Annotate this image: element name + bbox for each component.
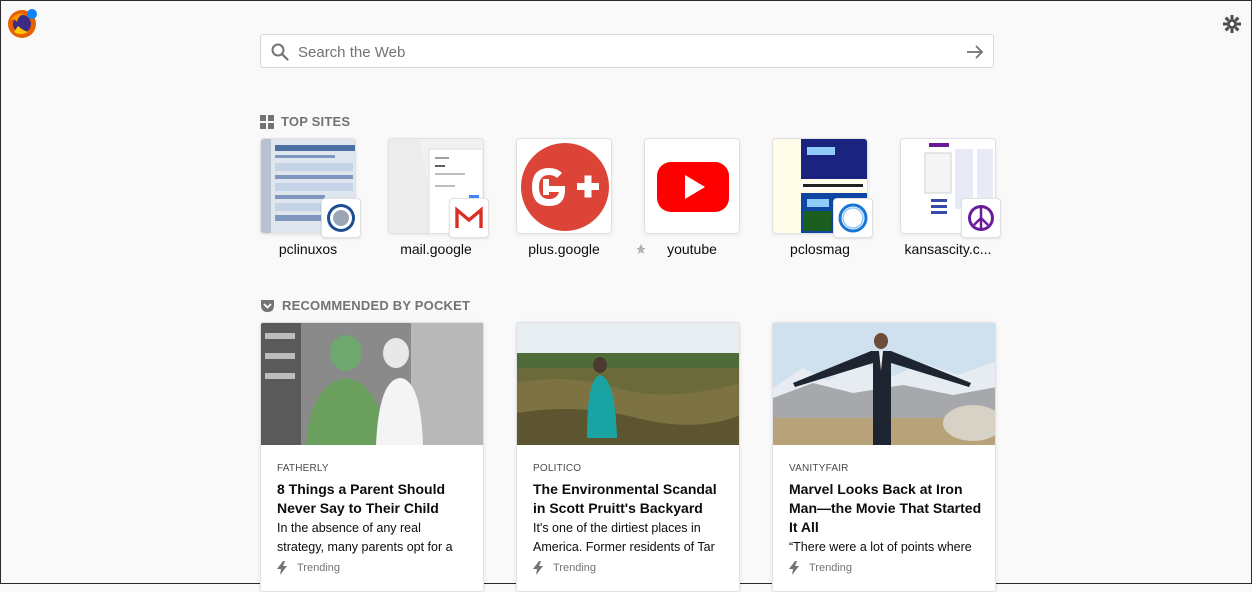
grid-icon: [260, 114, 274, 129]
top-site-tile-plus-google[interactable]: plus.google: [516, 138, 612, 257]
lightning-bolt-icon: [277, 561, 287, 575]
trending-label: Trending: [809, 562, 853, 574]
trending-label-row: Trending: [277, 561, 340, 575]
youtube-icon: [645, 139, 739, 233]
top-site-label: mail.google: [400, 241, 472, 257]
story-image: [773, 323, 995, 445]
peace-sign-icon: [968, 205, 994, 231]
story-source: POLITICO: [533, 463, 582, 474]
story-title: The Environmental Scandal in Scott Pruit…: [533, 481, 717, 516]
story-title: 8 Things a Parent Should Never Say to Th…: [277, 481, 446, 516]
pocket-card[interactable]: FATHERLY 8 Things a Parent Should Never …: [260, 322, 484, 592]
lightning-bolt-icon: [789, 561, 799, 575]
site-favicon: [449, 198, 489, 238]
site-thumbnail: [516, 138, 612, 234]
top-site-label: pclosmag: [790, 241, 850, 257]
trending-label: Trending: [553, 562, 597, 574]
top-site-tile-pclosmag[interactable]: pclosmag: [772, 138, 873, 257]
pocket-icon: [261, 299, 274, 312]
trending-label: Trending: [297, 562, 341, 574]
top-site-label: youtube: [667, 241, 717, 257]
story-excerpt: It's one of the dirtiest places in Ameri…: [533, 521, 715, 554]
lightning-bolt-icon: [533, 561, 543, 575]
top-site-label: kansascity.c...: [904, 241, 992, 257]
gear-icon[interactable]: [1222, 14, 1242, 34]
gmail-icon: [455, 206, 483, 229]
top-site-tile-kansascity[interactable]: kansascity.c...: [900, 138, 1001, 257]
firefox-logo-icon: [8, 9, 37, 38]
top-sites-heading-label: TOP SITES: [281, 114, 351, 129]
pclinuxos-favicon-icon: [327, 204, 355, 232]
search-bar: [260, 34, 994, 69]
pocket-heading-label: RECOMMENDED BY POCKET: [282, 298, 471, 313]
site-thumbnail: [644, 138, 740, 234]
top-site-label: plus.google: [528, 241, 600, 257]
story-source: VANITYFAIR: [789, 463, 849, 474]
site-favicon: [961, 198, 1001, 238]
search-icon: [271, 43, 289, 61]
story-image: [261, 323, 483, 445]
story-excerpt: In the absence of any real strategy, man…: [277, 521, 453, 554]
story-image: [517, 323, 739, 445]
trending-label-row: Trending: [789, 561, 852, 575]
pocket-card[interactable]: POLITICO The Environmental Scandal in Sc…: [516, 322, 740, 592]
top-site-tile-youtube[interactable]: youtube: [636, 138, 740, 257]
pclosmag-favicon-icon: [838, 203, 868, 233]
site-favicon: [321, 198, 361, 238]
arrow-right-icon[interactable]: [965, 42, 985, 62]
pocket-card[interactable]: VANITYFAIR Marvel Looks Back at Iron Man…: [772, 322, 996, 592]
trending-label-row: Trending: [533, 561, 596, 575]
story-excerpt: “There were a lot of points where: [789, 540, 972, 554]
story-title: Marvel Looks Back at Iron Man—the Movie …: [789, 481, 982, 535]
top-site-tile-pclinuxos[interactable]: pclinuxos: [260, 138, 361, 257]
story-source: FATHERLY: [277, 463, 329, 474]
top-site-tile-mail-google[interactable]: mail.google: [388, 138, 489, 257]
google-plus-icon: [517, 139, 611, 233]
search-input[interactable]: [296, 35, 940, 69]
site-favicon: [833, 198, 873, 238]
top-sites-heading: TOP SITES: [260, 114, 350, 129]
pocket-heading: RECOMMENDED BY POCKET: [260, 298, 470, 313]
top-site-label: pclinuxos: [278, 241, 338, 257]
